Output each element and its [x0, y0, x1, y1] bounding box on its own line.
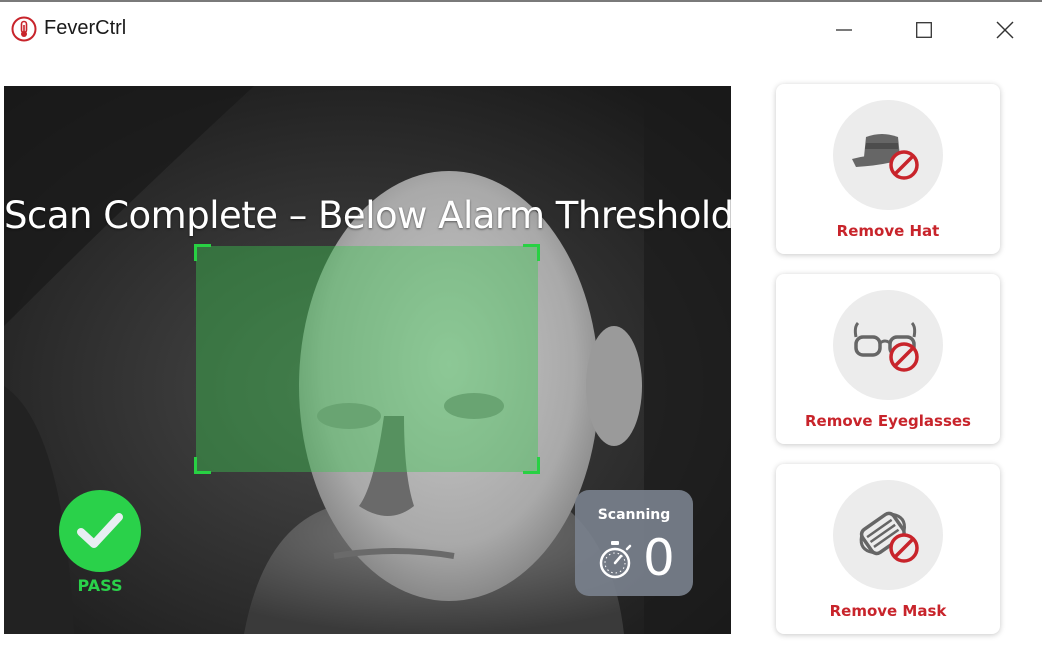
maximize-button[interactable]: [894, 8, 954, 52]
checkmark-icon: [77, 513, 123, 548]
stopwatch-icon: [599, 541, 632, 579]
minimize-icon: [836, 29, 852, 31]
face-detection-box: [194, 244, 540, 474]
no-eyeglasses-icon: [853, 321, 919, 372]
thermal-camera-view: Scan Complete – Below Alarm Threshold PA…: [4, 86, 731, 634]
remove-eyeglasses-card: Remove Eyeglasses: [776, 274, 1000, 444]
card-icon-circle: [833, 290, 943, 400]
pass-label: PASS: [77, 576, 123, 595]
scan-status-message: Scan Complete – Below Alarm Threshold: [4, 194, 731, 237]
remove-hat-card: Remove Hat: [776, 84, 1000, 254]
scanning-label: Scanning: [597, 507, 671, 523]
window-title: FeverCtrl: [44, 17, 127, 39]
face-box-corner: [194, 457, 211, 474]
remove-mask-label: Remove Mask: [829, 602, 947, 620]
title-bar[interactable]: FeverCtrl: [0, 2, 1042, 52]
no-mask-icon: [859, 511, 919, 563]
face-box-corner: [194, 244, 211, 261]
card-icon-circle: [833, 100, 943, 210]
pass-indicator: [59, 490, 141, 572]
remove-eyeglasses-label: Remove Eyeglasses: [805, 412, 971, 430]
minimize-button[interactable]: [814, 8, 874, 52]
face-box-corner: [523, 457, 540, 474]
thermometer-icon: [11, 16, 37, 42]
maximize-icon: [916, 22, 932, 38]
close-button[interactable]: [975, 8, 1035, 52]
scan-count: 0: [643, 529, 675, 587]
scanning-panel: Scanning 0: [575, 490, 693, 596]
card-icon-circle: [833, 480, 943, 590]
remove-hat-label: Remove Hat: [836, 222, 940, 240]
remove-mask-card: Remove Mask: [776, 464, 1000, 634]
face-box-corner: [523, 244, 540, 261]
close-icon: [996, 21, 1014, 39]
no-hat-icon: [852, 134, 919, 180]
